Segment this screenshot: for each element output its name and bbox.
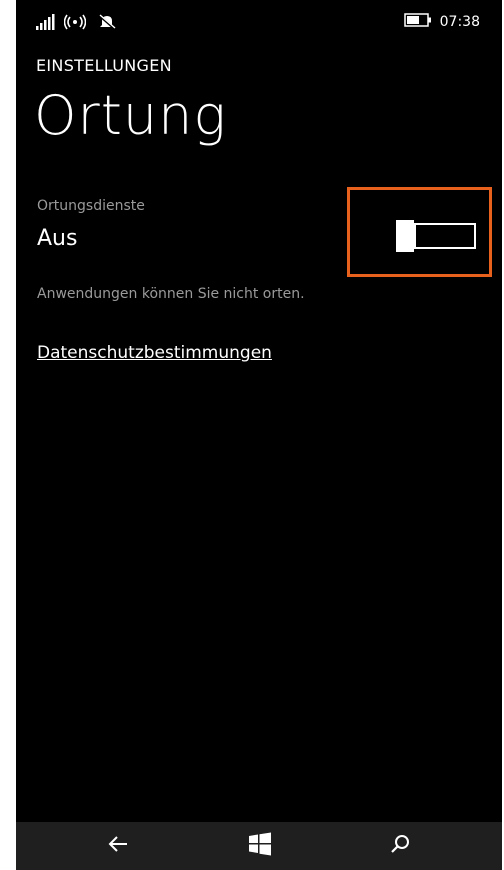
windows-start-icon bbox=[248, 832, 272, 860]
silent-mode-icon bbox=[98, 14, 116, 30]
battery-icon bbox=[403, 13, 432, 31]
signal-icon bbox=[36, 14, 58, 30]
status-icons-right: 07:38 bbox=[403, 12, 480, 32]
page-title: Ortung bbox=[34, 84, 227, 147]
status-time: 07:38 bbox=[439, 14, 480, 30]
phone-screen: 07:38 EINSTELLUNGEN Ortung Ortungsdienst… bbox=[16, 0, 502, 870]
wifi-icon bbox=[64, 14, 86, 30]
toggle-knob bbox=[396, 220, 414, 252]
toggle-track bbox=[414, 223, 476, 249]
search-button[interactable] bbox=[370, 822, 430, 870]
location-services-state: Aus bbox=[37, 226, 78, 251]
navigation-bar bbox=[16, 822, 502, 870]
privacy-policy-link[interactable]: Datenschutzbestimmungen bbox=[37, 343, 272, 363]
back-arrow-icon bbox=[107, 835, 129, 857]
start-button[interactable] bbox=[230, 822, 290, 870]
back-button[interactable] bbox=[88, 822, 148, 870]
location-description: Anwendungen können Sie nicht orten. bbox=[37, 286, 305, 302]
app-title: EINSTELLUNGEN bbox=[36, 56, 172, 75]
location-services-label: Ortungsdienste bbox=[37, 198, 145, 214]
search-icon bbox=[389, 833, 411, 859]
status-icons-left bbox=[36, 12, 116, 32]
location-services-toggle[interactable] bbox=[396, 220, 480, 252]
status-bar: 07:38 bbox=[16, 0, 502, 42]
